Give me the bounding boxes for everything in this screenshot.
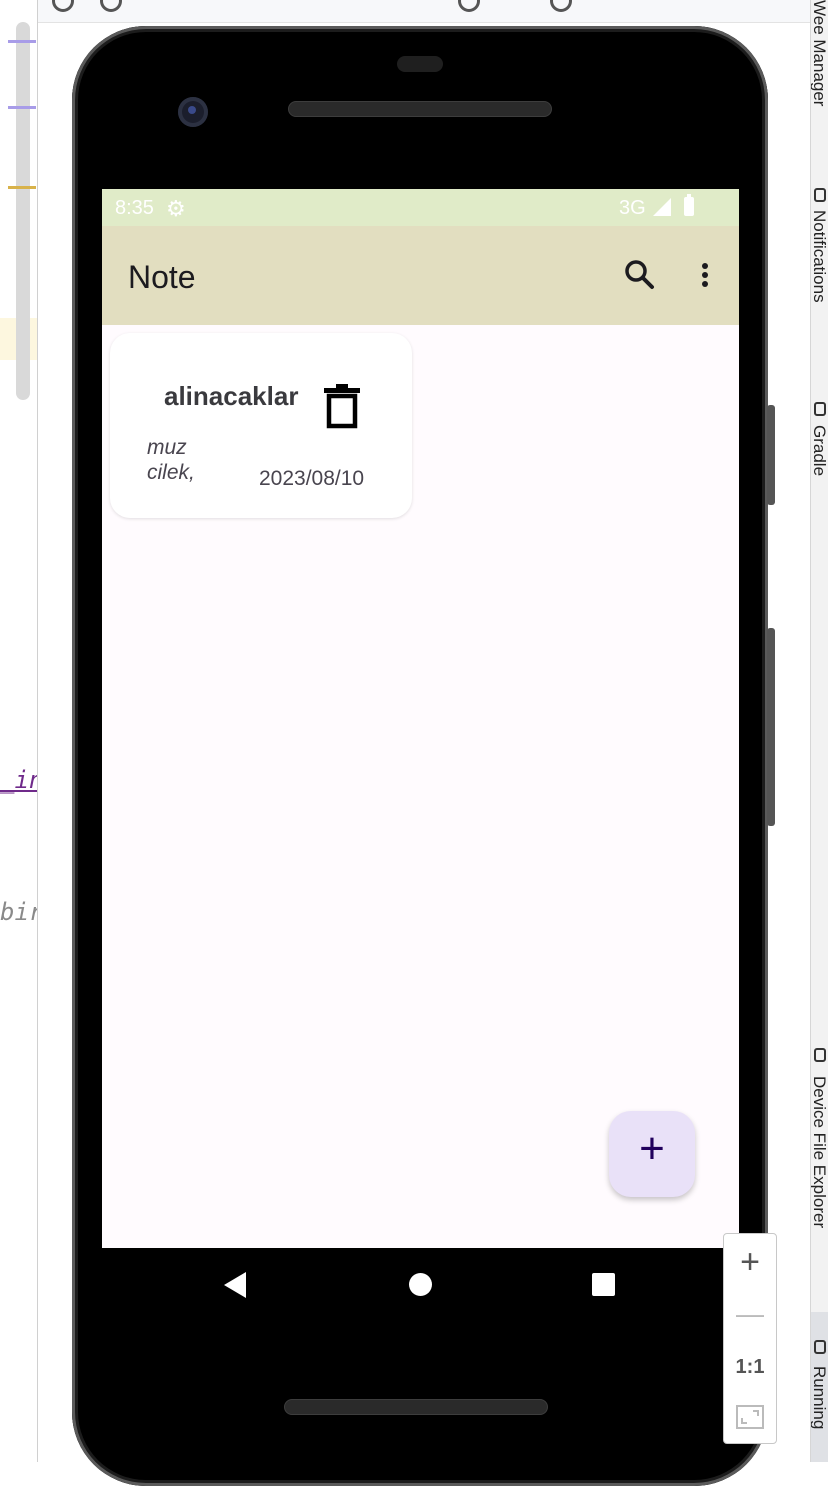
zoom-out-button[interactable]: — [724, 1294, 776, 1334]
status-time: 8:35 [115, 197, 154, 219]
code-fragment: _in [0, 766, 37, 794]
search-icon [625, 260, 654, 289]
ide-toolbar [38, 0, 810, 23]
status-bar: 8:35 ⚙ 3G [102, 189, 739, 226]
bottom-speaker [284, 1399, 548, 1415]
toolbar-icon[interactable] [52, 0, 74, 12]
signal-icon [653, 198, 671, 216]
zoom-in-button[interactable]: + [724, 1242, 776, 1282]
volume-button[interactable] [767, 628, 775, 826]
scroll-marker [8, 186, 36, 189]
notifications-icon[interactable] [814, 188, 826, 202]
back-icon[interactable] [224, 1272, 246, 1298]
toolbar-icon[interactable] [550, 0, 572, 12]
toolbar-icon[interactable] [100, 0, 122, 12]
delete-note-button[interactable] [322, 383, 362, 429]
add-note-fab[interactable]: + [609, 1111, 695, 1197]
front-camera-icon [178, 97, 208, 127]
scroll-marker [8, 106, 36, 109]
note-body-line: muz [147, 436, 187, 459]
page-title: Note [128, 259, 196, 295]
menu-dot [702, 281, 708, 287]
rail-tab-running[interactable]: Running [811, 1366, 828, 1462]
emulator-zoom-panel: + — 1:1 [723, 1233, 777, 1444]
home-icon[interactable] [409, 1273, 432, 1296]
recents-icon[interactable] [592, 1273, 615, 1296]
overflow-menu-button[interactable] [694, 255, 716, 295]
trash-icon [324, 384, 360, 429]
code-fragment: bir [0, 898, 37, 926]
network-type: 3G [619, 197, 646, 219]
toolbar-icon[interactable] [458, 0, 480, 12]
rail-tab-device-file-explorer[interactable]: Device File Explorer [811, 1076, 828, 1286]
gradle-icon[interactable] [814, 402, 826, 416]
scroll-marker [8, 40, 36, 43]
settings-gear-icon: ⚙ [166, 196, 186, 221]
power-button[interactable] [767, 405, 775, 505]
earpiece-speaker [288, 101, 552, 117]
note-body: muz cilek, [147, 435, 195, 485]
battery-icon [684, 194, 694, 216]
rail-tab-gradle[interactable]: Gradle [811, 425, 828, 500]
note-card[interactable]: alinacaklar muz cilek, 2023/08/10 [110, 333, 412, 518]
phone-screen: 8:35 ⚙ 3G Note alinacaklar muz cilek, 20… [102, 189, 739, 1248]
menu-dot [702, 272, 708, 278]
add-icon: + [639, 1124, 665, 1173]
proximity-sensor [397, 56, 443, 72]
note-date: 2023/08/10 [259, 467, 365, 490]
actual-size-button[interactable]: 1:1 [724, 1352, 776, 1382]
top-app-bar: Note [102, 226, 739, 325]
note-title: alinacaklar [164, 381, 299, 411]
running-devices-icon[interactable] [814, 1340, 826, 1354]
search-button[interactable] [620, 255, 660, 295]
editor-scrollbar[interactable] [16, 22, 30, 400]
fit-screen-icon [736, 1405, 764, 1429]
rail-tab-notifications[interactable]: Notifications [811, 210, 828, 350]
note-body-line: cilek, [147, 461, 195, 484]
device-file-explorer-icon[interactable] [814, 1048, 826, 1062]
overflow-menu-icon [702, 263, 708, 269]
editor-gutter: _in bir [0, 0, 38, 1462]
tool-window-rail: Wee Manager Notifications Gradle Device … [810, 0, 828, 1462]
fit-screen-button[interactable] [724, 1404, 776, 1434]
rail-tab-manager[interactable]: Wee Manager [811, 0, 828, 140]
